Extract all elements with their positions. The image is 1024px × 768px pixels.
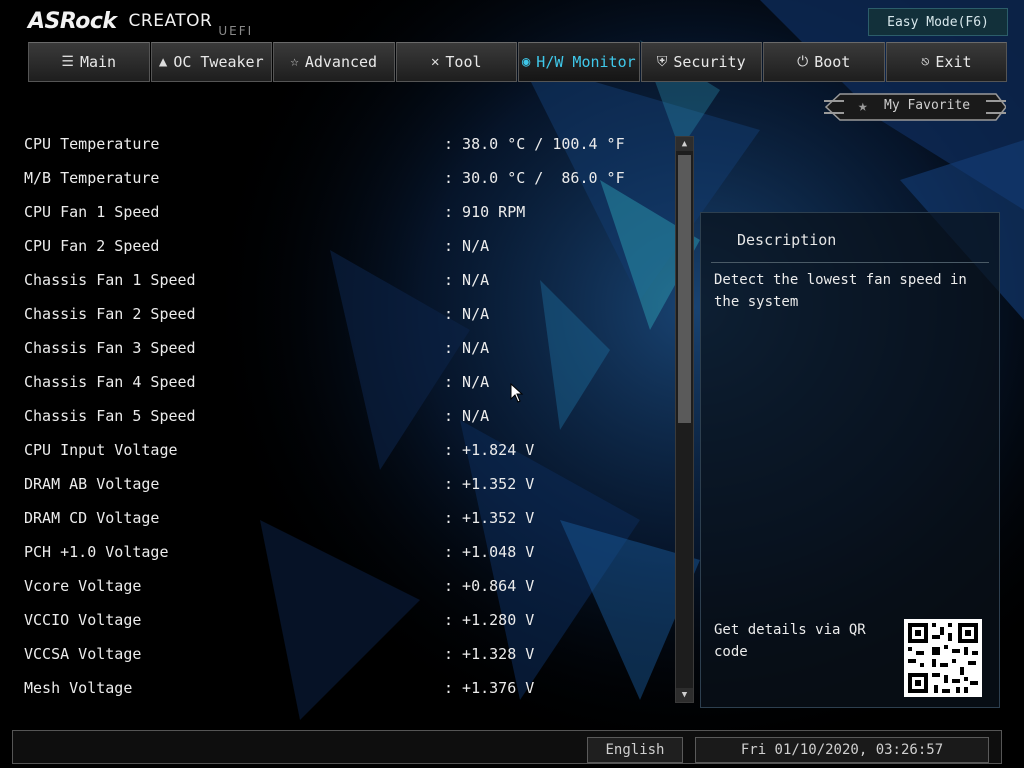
tab-hw-monitor-label: H/W Monitor: [536, 53, 636, 71]
item-value: : N/A: [444, 407, 490, 425]
list-scrollbar[interactable]: ▲ ▼: [675, 136, 694, 703]
monitor-icon: ◉: [521, 54, 531, 70]
list-item[interactable]: VCCSA Voltage : +1.328 V: [24, 637, 644, 671]
list-item[interactable]: Chassis Fan 4 Speed : N/A: [24, 365, 644, 399]
item-value: : +1.352 V: [444, 475, 535, 493]
tab-oc-tweaker[interactable]: ▲ OC Tweaker: [150, 42, 272, 82]
list-item[interactable]: VCCIO Voltage : +1.280 V: [24, 603, 644, 637]
item-value: : +1.376 V: [444, 679, 535, 697]
brand-sub: UEFI: [218, 24, 254, 38]
item-label: Chassis Fan 2 Speed: [24, 305, 196, 323]
date-time-display: Fri 01/10/2020, 03:26:57: [695, 737, 989, 763]
rocket-icon: ▲: [158, 54, 168, 70]
list-icon: ☰: [61, 54, 74, 70]
item-value: : +1.824 V: [444, 441, 535, 459]
tab-exit[interactable]: ⎋ Exit: [885, 42, 1007, 82]
item-value: : +1.048 V: [444, 543, 535, 561]
list-item[interactable]: DRAM CD Voltage : +1.352 V: [24, 501, 644, 535]
list-item[interactable]: PCH +1.0 Voltage : +1.048 V: [24, 535, 644, 569]
item-value: : N/A: [444, 373, 490, 391]
scroll-down-arrow-icon[interactable]: ▼: [676, 688, 693, 702]
tab-main[interactable]: ☰ Main: [28, 42, 150, 82]
item-label: VCCIO Voltage: [24, 611, 142, 629]
item-value: : N/A: [444, 339, 490, 357]
tab-advanced[interactable]: ☆ Advanced: [273, 42, 395, 82]
list-item[interactable]: CPU Fan 2 Speed : N/A: [24, 229, 644, 263]
easy-mode-button[interactable]: Easy Mode(F6): [868, 8, 1008, 36]
exit-icon: ⎋: [920, 54, 930, 70]
qr-caption: Get details via QR code: [714, 622, 866, 660]
list-item[interactable]: Vcore Voltage : +0.864 V: [24, 569, 644, 603]
wrench-icon: ✕: [430, 54, 440, 70]
tab-boot-label: Boot: [814, 53, 851, 71]
list-item[interactable]: Chassis Fan 2 Speed : N/A: [24, 297, 644, 331]
item-label: CPU Fan 1 Speed: [24, 203, 160, 221]
item-label: Chassis Fan 5 Speed: [24, 407, 196, 425]
scroll-thumb[interactable]: [678, 155, 691, 423]
item-value: : +1.352 V: [444, 509, 535, 527]
list-item[interactable]: CPU Temperature : 38.0 °C / 100.4 °F: [24, 127, 644, 161]
tab-tool-label: Tool: [445, 53, 482, 71]
mouse-cursor-icon: [510, 383, 524, 403]
item-value: : +1.328 V: [444, 645, 535, 663]
tab-tool[interactable]: ✕ Tool: [395, 42, 517, 82]
brand-name: ASRock: [28, 9, 117, 34]
tab-exit-label: Exit: [935, 53, 972, 71]
my-favorite-label: My Favorite: [884, 98, 971, 113]
qr-code-icon: [904, 619, 982, 697]
item-value: : 30.0 °C / 86.0 °F: [444, 169, 625, 187]
item-label: DRAM AB Voltage: [24, 475, 160, 493]
brand-logo: ASRock CREATOR UEFI: [28, 8, 253, 42]
item-value: : 38.0 °C / 100.4 °F: [444, 135, 625, 153]
item-label: CPU Input Voltage: [24, 441, 178, 459]
scroll-up-arrow-icon[interactable]: ▲: [676, 137, 693, 151]
brand-product: CREATOR: [128, 11, 213, 31]
shield-icon: ⛨: [656, 54, 668, 70]
language-button[interactable]: English: [587, 737, 683, 763]
item-label: CPU Temperature: [24, 135, 160, 153]
my-favorite-button[interactable]: ★ My Favorite: [824, 92, 1006, 122]
item-label: Chassis Fan 3 Speed: [24, 339, 196, 357]
main-tab-bar: ☰ Main ▲ OC Tweaker ☆ Advanced ✕ Tool ◉ …: [28, 42, 1008, 84]
item-label: M/B Temperature: [24, 169, 160, 187]
list-item[interactable]: DRAM AB Voltage : +1.352 V: [24, 467, 644, 501]
description-text: Detect the lowest fan speed in the syste…: [714, 272, 967, 310]
tab-security-label: Security: [673, 53, 746, 71]
power-icon: ⏻: [797, 54, 809, 70]
list-item[interactable]: CPU Fan 1 Speed : 910 RPM: [24, 195, 644, 229]
tab-security[interactable]: ⛨ Security: [640, 42, 762, 82]
list-item[interactable]: CPU Input Voltage : +1.824 V: [24, 433, 644, 467]
description-divider: [711, 262, 989, 263]
tab-main-label: Main: [79, 53, 117, 71]
list-item[interactable]: Chassis Fan 1 Speed : N/A: [24, 263, 644, 297]
item-value: : N/A: [444, 271, 490, 289]
tab-oc-tweaker-label: OC Tweaker: [173, 53, 264, 71]
tab-boot[interactable]: ⏻ Boot: [763, 42, 885, 82]
list-item[interactable]: M/B Temperature : 30.0 °C / 86.0 °F: [24, 161, 644, 195]
star-icon: ★: [858, 96, 868, 115]
description-title: Description: [737, 231, 837, 249]
item-label: Mesh Voltage: [24, 679, 133, 697]
description-panel: Description Detect the lowest fan speed …: [700, 212, 1000, 708]
item-label: CPU Fan 2 Speed: [24, 237, 160, 255]
item-value: : N/A: [444, 237, 490, 255]
item-label: Chassis Fan 4 Speed: [24, 373, 196, 391]
item-value: : +1.280 V: [444, 611, 535, 629]
item-label: DRAM CD Voltage: [24, 509, 160, 527]
star-icon: ☆: [290, 54, 299, 70]
item-value: : +0.864 V: [444, 577, 535, 595]
list-item[interactable]: Chassis Fan 5 Speed : N/A: [24, 399, 644, 433]
list-item[interactable]: Chassis Fan 3 Speed : N/A: [24, 331, 644, 365]
tab-hw-monitor[interactable]: ◉ H/W Monitor: [518, 42, 640, 82]
item-label: PCH +1.0 Voltage: [24, 543, 169, 561]
item-value: : 910 RPM: [444, 203, 526, 221]
list-item[interactable]: Mesh Voltage : +1.376 V: [24, 671, 644, 705]
tab-advanced-label: Advanced: [304, 53, 378, 71]
item-label: Vcore Voltage: [24, 577, 142, 595]
item-value: : N/A: [444, 305, 490, 323]
item-label: VCCSA Voltage: [24, 645, 142, 663]
item-label: Chassis Fan 1 Speed: [24, 271, 196, 289]
hw-monitor-list: CPU Temperature : 38.0 °C / 100.4 °F M/B …: [24, 127, 644, 705]
